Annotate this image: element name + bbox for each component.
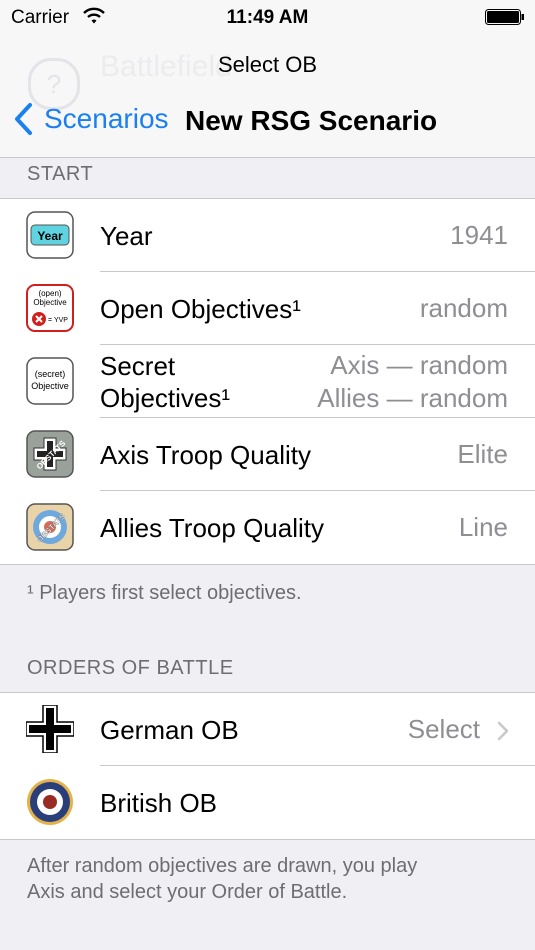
battery-icon (485, 9, 524, 25)
german-cross-icon (26, 705, 74, 753)
status-bar: Carrier 11:49 AM (0, 0, 535, 36)
page-title: New RSG Scenario (185, 105, 438, 136)
orders-footer-line-1: After random objectives are drawn, you p… (27, 855, 418, 877)
svg-text:Year: Year (37, 229, 63, 243)
svg-text:= YVP: = YVP (48, 317, 68, 324)
axis-obstats-icon: OBSTATS (26, 430, 74, 478)
secret-objectives-value: Axis — random Allies — random (317, 345, 508, 418)
clock: 11:49 AM (226, 7, 309, 28)
section-header-start: START (27, 163, 94, 185)
year-value: 1941 (450, 220, 508, 250)
year-row[interactable]: Year Year 1941 (0, 199, 535, 272)
svg-text:Objective: Objective (31, 381, 69, 391)
axis-troop-quality-row[interactable]: OBSTATS Axis Troop Quality Elite (0, 418, 535, 491)
secret-objectives-allies-value: Allies — random (317, 382, 508, 413)
secret-objectives-axis-value: Axis — random (330, 349, 508, 380)
svg-text:(secret): (secret) (35, 369, 66, 379)
secret-objectives-label: Secret Objectives¹ (100, 350, 231, 413)
start-settings-group: Year Year 1941 (open) Objective = YVP Op… (0, 198, 535, 565)
back-button[interactable]: Scenarios (12, 102, 169, 136)
british-ob-label: British OB (100, 787, 218, 818)
open-objectives-label: Open Objectives¹ (100, 293, 301, 324)
year-label: Year (100, 220, 153, 251)
open-objective-icon: (open) Objective = YVP (26, 284, 74, 332)
year-icon: Year (26, 211, 74, 259)
back-button-label: Scenarios (44, 103, 169, 134)
chevron-right-icon (497, 721, 509, 741)
allies-obstats-icon: OBSTATS (26, 503, 74, 551)
german-ob-row[interactable]: German OB Select (0, 693, 535, 766)
navigation-bar: ? Battlefield Select OB Scenarios New RS… (0, 36, 535, 158)
axis-troop-quality-label: Axis Troop Quality (100, 439, 311, 470)
allies-troop-quality-row[interactable]: OBSTATS Allies Troop Quality Line (0, 491, 535, 564)
open-objectives-row[interactable]: (open) Objective = YVP Open Objectives¹ … (0, 272, 535, 345)
start-footer-note: ¹ Players first select objectives. (27, 582, 302, 604)
allies-troop-quality-label: Allies Troop Quality (100, 512, 324, 543)
section-header-orders-of-battle: ORDERS OF BATTLE (27, 657, 234, 679)
german-ob-value: Select (407, 714, 480, 744)
orders-of-battle-group: German OB Select British OB (0, 692, 535, 840)
allies-troop-quality-value: Line (458, 512, 508, 542)
german-ob-label: German OB (100, 714, 239, 745)
british-ob-row[interactable]: British OB (0, 766, 535, 839)
svg-text:(open): (open) (38, 289, 61, 298)
orders-footer-line-2: Axis and select your Order of Battle. (27, 881, 348, 903)
axis-troop-quality-value: Elite (457, 439, 508, 469)
nav-prompt: Select OB (217, 52, 318, 77)
secret-objectives-row[interactable]: (secret) Objective Secret Objectives¹ Ax… (0, 345, 535, 418)
raf-roundel-icon (27, 779, 73, 825)
chevron-left-icon (15, 103, 32, 135)
secret-objective-icon: (secret) Objective (26, 357, 74, 405)
svg-text:Objective: Objective (33, 298, 67, 307)
orders-footer-note: After random objectives are drawn, you p… (27, 853, 417, 905)
open-objectives-value: random (419, 293, 508, 323)
